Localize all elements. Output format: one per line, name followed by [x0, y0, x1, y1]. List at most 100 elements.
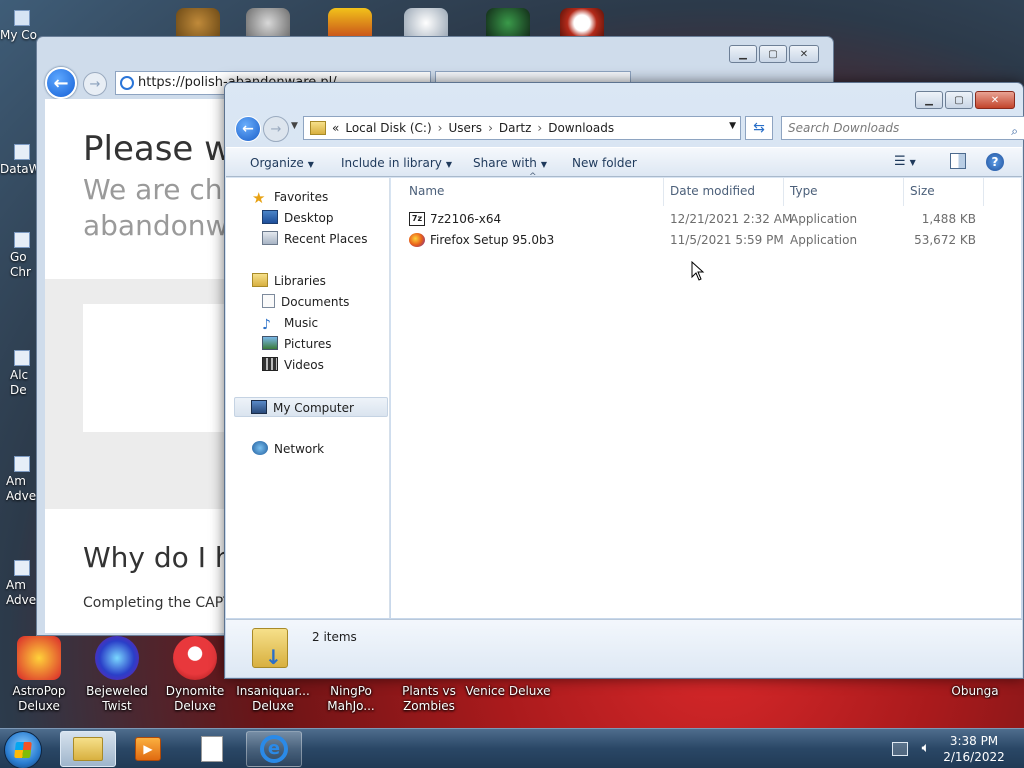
breadcrumb-dartz[interactable]: Dartz	[499, 121, 532, 135]
browser-minimize-button[interactable]: ▁	[729, 45, 757, 63]
desktop-icon-am-adventure-2[interactable]: Am Adve	[0, 560, 36, 608]
chevron-down-icon: ▼	[540, 160, 548, 169]
nav-favorites[interactable]: ★ Favorites	[252, 187, 328, 207]
volume-icon[interactable]: 🔈︎	[922, 740, 930, 756]
clock[interactable]: 3:38 PM 2/16/2022	[938, 733, 1010, 765]
explorer-nav-row: ← → ▼ « Local Disk (C:) › Users › Dartz …	[233, 113, 1024, 143]
taskbar-internet-explorer-button[interactable]: e	[246, 731, 302, 767]
desktop-icon-bejeweled-twist[interactable]: Bejeweled Twist	[78, 636, 156, 714]
start-button[interactable]	[4, 731, 42, 768]
breadcrumb-separator-icon[interactable]: ›	[438, 121, 443, 135]
nav-videos[interactable]: Videos	[262, 355, 324, 375]
taskbar-notepad-button[interactable]	[184, 731, 240, 767]
include-in-library-button[interactable]: Include in library ▼	[341, 156, 452, 170]
share-with-button[interactable]: Share with ▼	[473, 156, 547, 170]
breadcrumb-downloads[interactable]: Downloads	[548, 121, 614, 135]
shortcut-icon	[14, 144, 30, 160]
browser-forward-button[interactable]: →	[83, 72, 107, 96]
desktop-icon	[262, 210, 278, 224]
arrow-left-icon: ←	[242, 121, 254, 137]
desktop-icon-ring[interactable]	[560, 8, 604, 38]
breadcrumb-separator-icon[interactable]: ›	[488, 121, 493, 135]
file-row[interactable]: Firefox Setup 95.0b3 11/5/2021 5:59 PM A…	[391, 230, 1021, 250]
blank-document-icon	[201, 736, 223, 762]
preview-pane-button[interactable]	[950, 153, 966, 169]
column-header-name[interactable]: Name	[409, 184, 444, 198]
desktop-icon-label: Alc De	[10, 368, 29, 397]
desktop-icon-google-chrome[interactable]: Go Chr	[0, 232, 36, 280]
column-header-size[interactable]: Size	[910, 184, 935, 198]
column-divider[interactable]	[663, 178, 664, 206]
help-icon[interactable]: ?	[986, 153, 1004, 171]
recent-pages-dropdown[interactable]: ▼	[291, 121, 298, 131]
explorer-forward-button[interactable]: →	[263, 116, 289, 142]
chevron-down-icon: ▼	[307, 160, 314, 169]
column-divider[interactable]	[903, 178, 904, 206]
column-label: Date modified	[670, 184, 756, 198]
desktop-icon-label: Deluxe	[252, 699, 294, 713]
address-dropdown-icon[interactable]: ▼	[729, 121, 736, 131]
nav-music[interactable]: ♪ Music	[262, 313, 318, 333]
nav-recent-places[interactable]: Recent Places	[262, 229, 367, 249]
downloads-folder-icon: ↓	[252, 628, 288, 669]
download-arrow-icon: ↓	[265, 645, 282, 669]
desktop-icon-am-adventure-1[interactable]: Am Adve	[0, 456, 36, 504]
desktop-icon-label: Plants vs	[402, 684, 456, 698]
organize-button[interactable]: Organize ▼	[250, 156, 314, 170]
explorer-close-button[interactable]: ✕	[975, 91, 1015, 109]
taskbar-media-player-button[interactable]: ▶	[120, 731, 176, 767]
file-name: Firefox Setup 95.0b3	[430, 233, 555, 247]
file-list-pane[interactable]: Name ^ Date modified Type Size 7z 7z2106…	[391, 172, 1021, 618]
desktop-icon-dynomite-deluxe[interactable]: Dynomite Deluxe	[156, 636, 234, 714]
desktop-icon-dove[interactable]	[404, 8, 448, 38]
breadcrumb-separator-icon[interactable]: ›	[537, 121, 542, 135]
nav-label: Documents	[281, 295, 350, 309]
explorer-maximize-button[interactable]: ▢	[945, 91, 973, 109]
desktop-icon-money-bag[interactable]	[176, 8, 220, 38]
explorer-minimize-button[interactable]: ▁	[915, 91, 943, 109]
desktop-icon-crescent-moon[interactable]	[246, 8, 290, 38]
column-divider[interactable]	[783, 178, 784, 206]
new-folder-button[interactable]: New folder	[572, 156, 637, 170]
nav-pictures[interactable]: Pictures	[262, 334, 332, 354]
music-note-icon: ♪	[262, 317, 271, 333]
desktop-icon-my-computer[interactable]: My Co	[0, 10, 40, 43]
search-input[interactable]: Search Downloads ⌕	[781, 116, 1024, 140]
desktop-icon-alc-deluxe[interactable]: Alc De	[0, 350, 36, 398]
column-label: Name	[409, 184, 445, 198]
explorer-address-bar[interactable]: « Local Disk (C:) › Users › Dartz › Down…	[303, 116, 741, 140]
browser-maximize-button[interactable]: ▢	[759, 45, 787, 63]
column-divider[interactable]	[983, 178, 984, 206]
desktop-icon-dataw[interactable]: DataW	[0, 144, 41, 177]
documents-icon	[262, 294, 275, 308]
explorer-back-button[interactable]: ←	[235, 116, 261, 142]
breadcrumb-users[interactable]: Users	[448, 121, 482, 135]
desktop-icon-mahjong-tile[interactable]	[328, 8, 372, 38]
network-status-icon[interactable]	[892, 742, 908, 756]
desktop-icon-rocket[interactable]	[486, 8, 530, 38]
internet-explorer-icon: e	[260, 735, 288, 763]
breadcrumb-local-disk[interactable]: Local Disk (C:)	[345, 121, 431, 135]
nav-libraries[interactable]: Libraries	[252, 271, 326, 291]
share-with-label: Share with	[473, 156, 537, 170]
desktop-icon-astropop-deluxe[interactable]: AstroPop Deluxe	[0, 636, 78, 714]
chevron-down-icon: ▼	[909, 158, 916, 167]
nav-network[interactable]: Network	[252, 439, 324, 459]
browser-back-button[interactable]: ←	[45, 67, 77, 99]
browser-titlebar[interactable]	[37, 37, 833, 67]
taskbar-explorer-button[interactable]	[60, 731, 116, 767]
nav-my-computer[interactable]: My Computer	[234, 397, 388, 417]
breadcrumb-overflow[interactable]: «	[332, 121, 339, 135]
nav-label: Network	[274, 442, 325, 456]
refresh-button[interactable]: ⇆	[745, 116, 773, 140]
change-view-button[interactable]: ☰ ▼	[894, 154, 916, 169]
nav-desktop[interactable]: Desktop	[262, 208, 334, 228]
desktop-icon-label: DataW	[0, 162, 41, 176]
column-header-date-modified[interactable]: Date modified	[670, 184, 755, 198]
column-header-type[interactable]: Type	[790, 184, 818, 198]
page-subheading-line2: abandonwa	[83, 209, 246, 242]
browser-close-button[interactable]: ✕	[789, 45, 819, 63]
nav-documents[interactable]: Documents	[262, 292, 349, 312]
file-row[interactable]: 7z 7z2106-x64 12/21/2021 2:32 AM Applica…	[391, 209, 1021, 229]
explorer-window[interactable]: ▁ ▢ ✕ ← → ▼ « Local Disk (C:) › Users › …	[224, 82, 1024, 679]
